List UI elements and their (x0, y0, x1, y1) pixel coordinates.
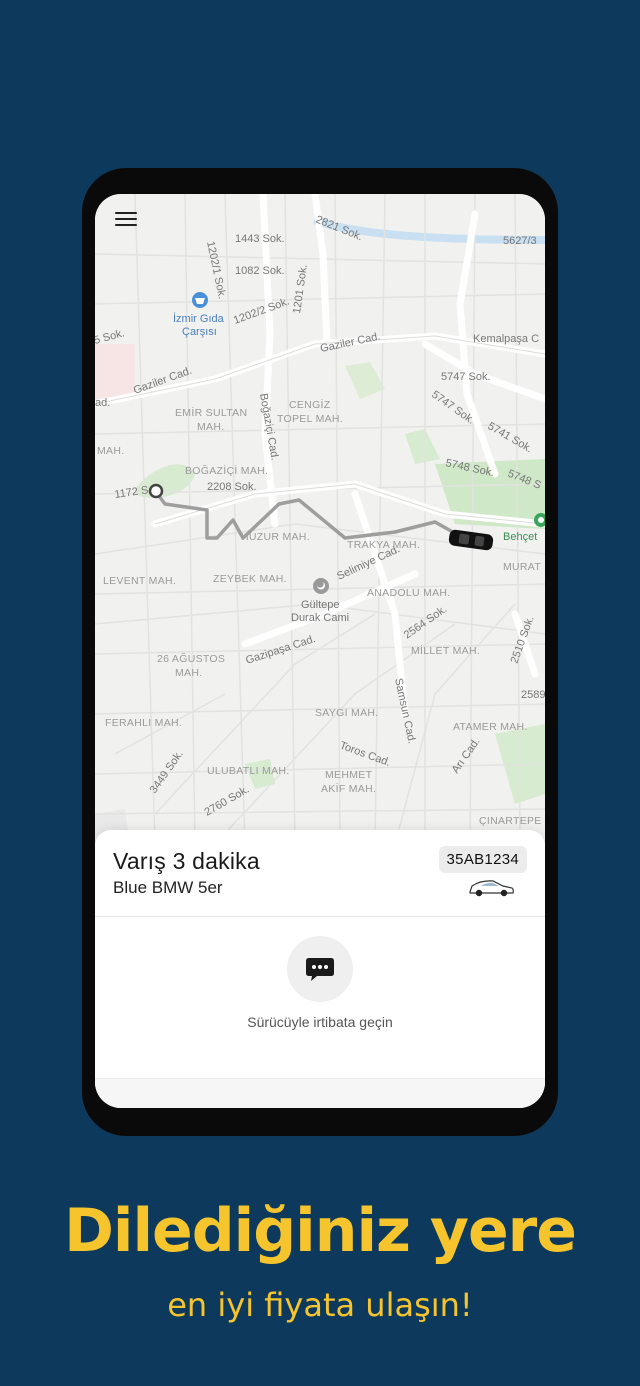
contact-driver-label: Sürücüyle irtibata geçin (247, 1014, 393, 1030)
district-label: SAYGI MAH. (315, 707, 378, 719)
district-label: HUZUR MAH. (241, 531, 310, 543)
district-label: AKİF MAH. (321, 782, 376, 795)
district-label: MİLLET MAH. (411, 644, 480, 657)
district-label: TRAKYA MAH. (347, 539, 420, 551)
district-label: MAH. (97, 445, 124, 457)
car-model-text: Blue BMW 5er (113, 878, 223, 897)
street-label: 1082 Sok. (235, 265, 285, 277)
sheet-footer (95, 1078, 545, 1108)
district-label: TOPEL MAH. (277, 413, 343, 425)
district-label: ÇINARTEPE (479, 815, 542, 827)
street-label: 1202/1 Sok. (204, 240, 228, 300)
district-label: ZEYBEK MAH. (213, 573, 287, 585)
street-label: 1443 Sok. (235, 233, 285, 245)
street-label: 2589 (521, 689, 545, 701)
district-label: MAH. (175, 667, 202, 679)
hamburger-menu-icon[interactable] (115, 212, 137, 230)
map-view[interactable]: 2821 Sok. 1443 Sok. 5627/3 1082 Sok. 120… (95, 194, 545, 844)
chat-bubble-icon (306, 958, 334, 981)
shopping-basket-icon[interactable] (192, 292, 208, 308)
street-label: Kemalpaşa C (473, 333, 539, 345)
district-label: 26 AĞUSTOS (157, 652, 225, 665)
divider (95, 916, 545, 917)
mosque-icon[interactable] (313, 578, 329, 594)
street-label: 5 Sok. (95, 327, 126, 347)
street-label: Samsun Cad. (392, 677, 418, 745)
app-screen: 2821 Sok. 1443 Sok. 5627/3 1082 Sok. 120… (95, 194, 545, 1108)
district-label: MURAT (503, 561, 541, 573)
street-label: ad. (95, 397, 110, 409)
promo-subline: en iyi fiyata ulaşın! (167, 1286, 473, 1324)
street-label: Boğaziçi Cad. (257, 392, 281, 461)
poi-label: Çarşısı (182, 326, 217, 338)
poi-label: Behçet (503, 531, 537, 543)
district-label: EMİR SULTAN (175, 406, 247, 419)
poi-label: İzmir Gıda (173, 312, 225, 325)
district-label: MEHMET (325, 769, 373, 781)
district-label: FERAHLI MAH. (105, 717, 182, 729)
ride-info-sheet: Varış 3 dakika Blue BMW 5er 35AB1234 Sür… (95, 830, 545, 1108)
district-label: BOĞAZİÇİ MAH. (185, 464, 268, 477)
street-label: Toros Cad. (338, 740, 392, 769)
promo-headline: Dilediğiniz yere (64, 1196, 577, 1266)
map-canvas: 2821 Sok. 1443 Sok. 5627/3 1082 Sok. 120… (95, 194, 545, 844)
poi-label: Durak Cami (291, 612, 349, 624)
eta-text: Varış 3 dakika (113, 848, 260, 874)
street-label: 5627/3 (503, 235, 537, 247)
license-plate-badge: 35AB1234 (438, 846, 527, 873)
taxi-car-icon[interactable] (448, 529, 494, 551)
district-label: ANADOLU MAH. (367, 587, 451, 599)
district-label: ULUBATLI MAH. (207, 765, 289, 777)
district-label: ATAMER MAH. (453, 721, 528, 733)
district-label: CENGİZ (289, 398, 331, 411)
street-label: Arı Cad. (450, 736, 483, 776)
district-label: LEVENT MAH. (103, 575, 176, 587)
poi-label: Gültepe (301, 599, 340, 611)
car-thumbnail-icon (469, 880, 514, 897)
phone-frame: 2821 Sok. 1443 Sok. 5627/3 1082 Sok. 120… (82, 168, 558, 1136)
street-label: 2208 Sok. (207, 481, 257, 493)
street-label: 1201 Sok. (291, 264, 310, 315)
route-line (154, 490, 469, 542)
district-label: MAH. (197, 421, 224, 433)
contact-driver-button[interactable] (287, 936, 353, 1002)
street-label: 5747 Sok. (441, 371, 491, 383)
route-origin-icon (148, 483, 164, 499)
